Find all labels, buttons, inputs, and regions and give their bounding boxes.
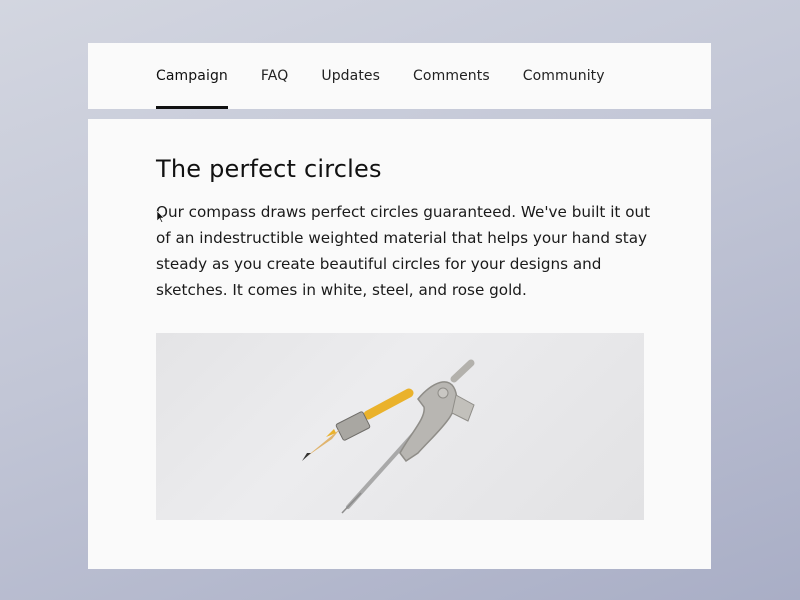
tab-list: Campaign FAQ Updates Comments Community — [156, 43, 638, 109]
tab-community[interactable]: Community — [523, 43, 605, 109]
compass-hinge-screw — [437, 387, 449, 399]
section-description: Our compass draws perfect circles guaran… — [156, 203, 651, 299]
compass-needle-tip — [341, 492, 362, 514]
mouse-cursor-icon — [157, 211, 165, 223]
compass-illustration — [302, 359, 475, 514]
tab-faq[interactable]: FAQ — [261, 43, 288, 109]
tab-campaign[interactable]: Campaign — [156, 43, 228, 109]
pencil-body — [363, 388, 414, 420]
tab-comments[interactable]: Comments — [413, 43, 490, 109]
campaign-nav-bar: Campaign FAQ Updates Comments Community — [88, 43, 711, 109]
compass-wing — [451, 394, 475, 422]
tab-updates[interactable]: Updates — [321, 43, 380, 109]
section-title: The perfect circles — [156, 155, 382, 183]
compass-handle — [450, 359, 475, 383]
campaign-content-card: The perfect circles Our compass draws pe… — [88, 119, 711, 569]
compass-image — [156, 333, 644, 520]
